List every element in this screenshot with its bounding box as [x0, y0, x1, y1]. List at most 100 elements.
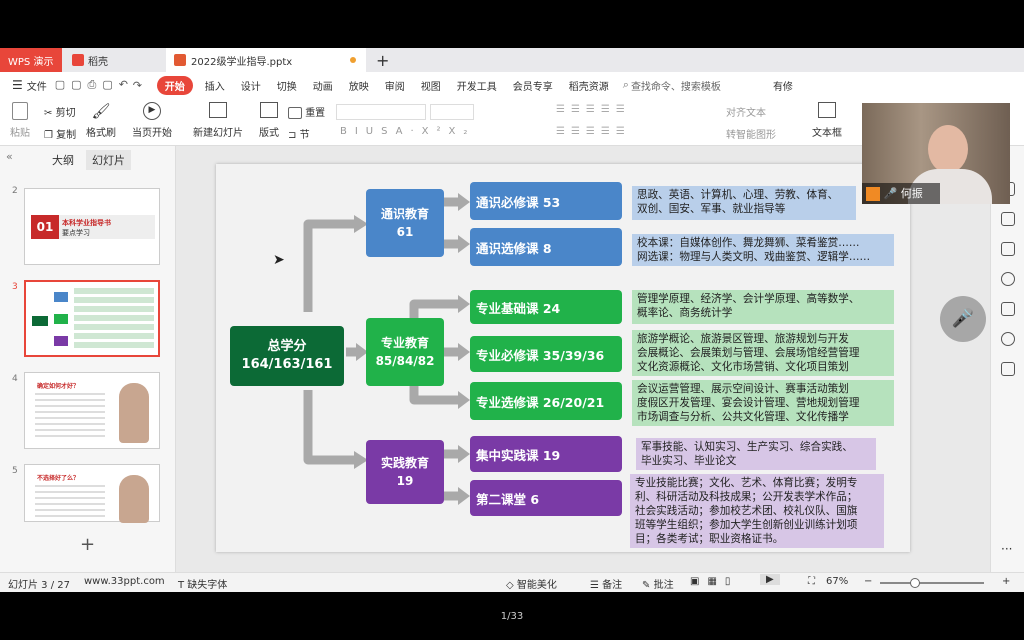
smart-shape-button[interactable]: 转智能图形	[726, 126, 776, 141]
fit-window-icon[interactable]: ⛶	[808, 576, 815, 587]
brush-icon: 🖌	[91, 102, 111, 120]
avatar-icon	[866, 187, 880, 201]
paste-icon	[12, 102, 28, 120]
zoom-out-button[interactable]: −	[864, 576, 872, 587]
new-slide-button[interactable]: 新建幻灯片	[192, 102, 244, 139]
location-icon[interactable]	[1001, 332, 1015, 346]
desc-second-classroom: 专业技能比赛；文化、艺术、体育比赛；发明专 利、科研活动及科技成果；公开发表学术作…	[630, 474, 884, 548]
redo-icon[interactable]: ↷	[133, 79, 153, 92]
participant-name: 何振	[900, 187, 923, 200]
thumb-title-band: 本科学业指导书 要点学习	[59, 215, 155, 239]
menu-review[interactable]: 审阅	[377, 78, 413, 93]
thumbnail-slide-5[interactable]: 不选择好了么？	[24, 464, 160, 523]
section-button[interactable]: ⊐ 节	[288, 126, 310, 141]
scissors-icon: ✂	[44, 108, 53, 119]
font-name-select[interactable]	[336, 104, 426, 120]
search-command-input[interactable]: 查找命令、搜索模板	[629, 78, 729, 93]
backup-icon[interactable]	[1001, 302, 1015, 316]
new-tab-button[interactable]: +	[368, 48, 392, 72]
menu-design[interactable]: 设计	[233, 78, 269, 93]
menu-file[interactable]: 文件	[23, 78, 55, 93]
reset-button[interactable]: 重置	[288, 104, 325, 119]
slideshow-play-button[interactable]: ▶	[760, 574, 780, 585]
font-size-select[interactable]	[430, 104, 474, 120]
pptx-icon	[174, 54, 186, 66]
thumbnail-slide-3-selected[interactable]	[24, 280, 160, 357]
mic-muted-floating-button[interactable]: 🎤	[940, 296, 986, 342]
paste-button[interactable]: 粘贴	[10, 102, 34, 140]
thumb-number: 2	[12, 186, 18, 196]
thumb-number: 5	[12, 466, 18, 476]
font-style-icons[interactable]: BIUSA·X²X₂	[340, 126, 475, 137]
menu-insert[interactable]: 插入	[197, 78, 233, 93]
textbox-button[interactable]: 文本框	[812, 102, 842, 139]
tab-slides[interactable]: 幻灯片	[86, 150, 131, 170]
tab-document[interactable]: 2022级学业指导.pptx	[166, 48, 366, 72]
course-general-required: 通识必修课 53	[470, 182, 622, 220]
view-buttons[interactable]: ▣▦▯	[690, 576, 738, 587]
thumb-mini-node	[32, 316, 48, 326]
comment-button[interactable]: ✎ 批注	[642, 576, 674, 591]
beautify-icon: ◇	[506, 580, 514, 591]
add-slide-icon[interactable]: +	[80, 534, 95, 555]
menu-start[interactable]: 开始	[156, 75, 193, 95]
tab-bar: WPS 演示 稻壳 2022级学业指导.pptx +	[0, 48, 1024, 72]
missing-font-button[interactable]: T 缺失字体	[178, 576, 227, 591]
play-circle-icon: ▶	[143, 102, 161, 120]
zoom-slider[interactable]	[880, 578, 984, 588]
course-major-basic: 专业基础课 24	[470, 290, 622, 324]
zoom-level[interactable]: 67%	[826, 576, 848, 587]
tab-daoke[interactable]: 稻壳	[64, 48, 164, 72]
zoom-slider-thumb[interactable]	[910, 578, 920, 588]
cube-icon[interactable]	[1001, 362, 1015, 376]
share-button[interactable]: 有修	[765, 78, 801, 93]
menu-member[interactable]: 会员专享	[505, 78, 561, 93]
align-text-button[interactable]: 对齐文本	[726, 104, 766, 119]
thumbnail-slide-2[interactable]: 01 本科学业指导书 要点学习	[24, 188, 160, 265]
practice-education-box: 实践教育 19	[366, 440, 444, 504]
new-slide-icon	[209, 102, 227, 118]
copy-format-icon[interactable]	[1001, 242, 1015, 256]
notes-button[interactable]: ☰ 备注	[590, 576, 622, 591]
desc-major-elective: 会议运营管理、展示空间设计、赛事活动策划 度假区开发管理、宴会设计管理、营地规划管…	[632, 380, 894, 426]
thumbnail-slide-4[interactable]: 确定如何才好？	[24, 372, 160, 449]
quick-access-icons[interactable]: ▢▢⎙▢↶	[55, 78, 133, 92]
notes-icon: ☰	[590, 580, 599, 591]
reset-icon	[288, 107, 302, 119]
menu-view[interactable]: 视图	[413, 78, 449, 93]
play-from-current-button[interactable]: ▶ 当页开始	[130, 102, 174, 139]
course-major-elective: 专业选修课 26/20/21	[470, 382, 622, 420]
menu-daoke-resources[interactable]: 稻壳资源	[561, 78, 617, 93]
slide-credit-structure[interactable]: 总学分 164/163/161 通识教育 61 专业教育 85/84/82 实践教育…	[216, 164, 910, 552]
copy-button[interactable]: ❐ 复制	[44, 126, 76, 141]
align-icons[interactable]: ☰☰☰☰☰	[556, 126, 631, 137]
tab-outline[interactable]: 大纲	[52, 152, 74, 168]
tab-wps[interactable]: WPS 演示	[0, 48, 62, 72]
general-education-box: 通识教育 61	[366, 189, 444, 257]
layout-button[interactable]: 版式	[256, 102, 282, 139]
paragraph-icons[interactable]: ☰☰☰☰☰	[556, 104, 631, 115]
hamburger-icon[interactable]: ☰	[12, 78, 23, 92]
menu-animation[interactable]: 动画	[305, 78, 341, 93]
app-window: WPS 演示 稻壳 2022级学业指导.pptx + ☰ 文件 ▢▢⎙▢↶ ↷ …	[0, 48, 1024, 592]
format-brush-button[interactable]: 🖌 格式刷	[86, 102, 116, 139]
thumb-mini-node	[54, 314, 68, 324]
site-link[interactable]: www.33ppt.com	[84, 576, 165, 587]
mouse-cursor-icon: ➤	[273, 252, 285, 268]
animation-icon[interactable]	[1001, 212, 1015, 226]
menu-developer[interactable]: 开发工具	[449, 78, 505, 93]
collapse-pane-icon[interactable]: «	[6, 150, 13, 163]
menu-transition[interactable]: 切换	[269, 78, 305, 93]
desc-general-required: 思政、英语、计算机、心理、劳教、体育、 双创、国安、军事、就业指导等	[632, 186, 856, 220]
cut-button[interactable]: ✂ 剪切	[44, 104, 76, 119]
zoom-in-button[interactable]: +	[1002, 576, 1010, 587]
course-general-elective: 通识选修课 8	[470, 228, 622, 266]
desc-major-basic: 管理学原理、经济学、会计学原理、高等数学、 概率论、商务统计学	[632, 290, 894, 324]
video-call-overlay[interactable]: 🎤 何振	[862, 103, 1010, 204]
smart-beautify-button[interactable]: ◇ 智能美化	[506, 576, 557, 591]
menu-slideshow[interactable]: 放映	[341, 78, 377, 93]
help-icon[interactable]	[1001, 272, 1015, 286]
menu-bar: ☰ 文件 ▢▢⎙▢↶ ↷ 开始 插入 设计 切换 动画 放映 审阅 视图 开发工…	[0, 72, 1024, 98]
thumb-person-image	[119, 475, 149, 523]
more-icon[interactable]: ···	[1001, 542, 1012, 556]
